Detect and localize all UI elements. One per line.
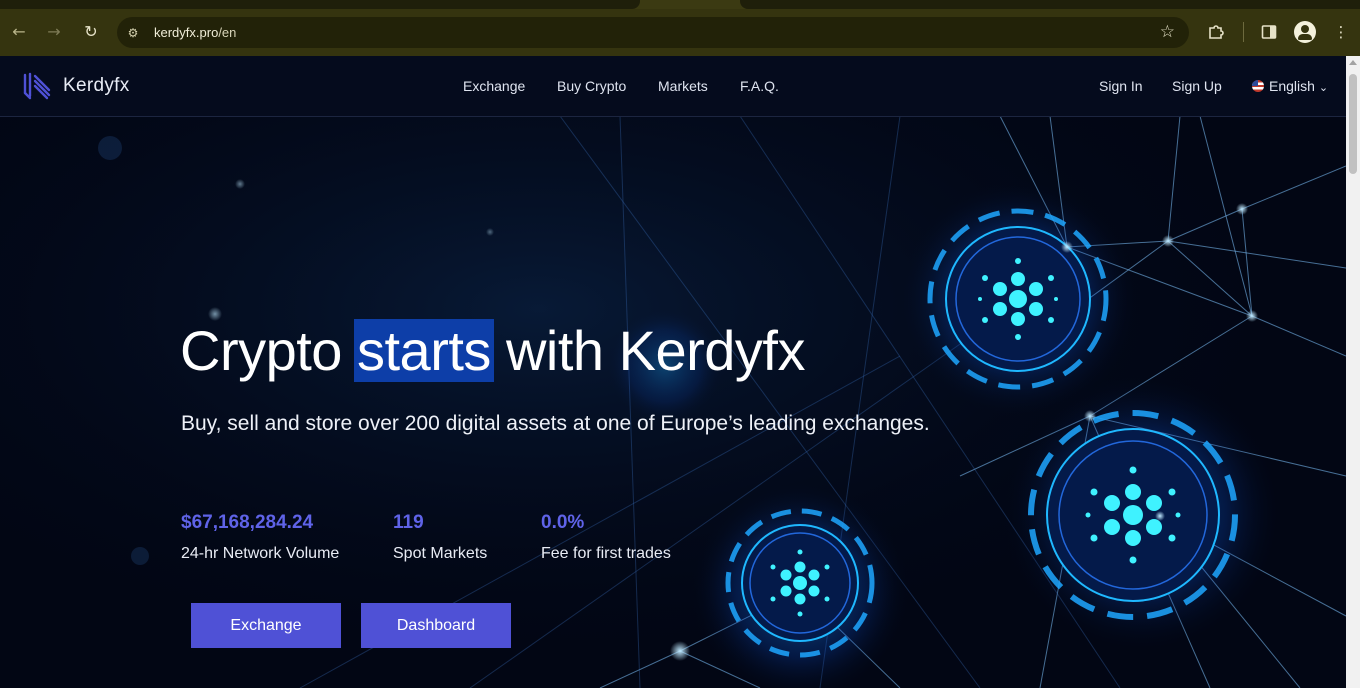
language-label: English <box>1269 78 1315 94</box>
url-path: /en <box>218 25 237 40</box>
scroll-up-icon[interactable] <box>1349 60 1357 65</box>
url-host: kerdyfx.pro <box>154 25 219 40</box>
address-bar[interactable]: ⚙ kerdyfx.pro/en ☆ <box>117 17 1189 48</box>
scroll-thumb[interactable] <box>1349 74 1357 174</box>
back-icon[interactable]: ← <box>8 21 30 43</box>
hero-headline: Crypto starts with Kerdyfx <box>180 318 805 383</box>
stat-volume-label: 24-hr Network Volume <box>181 545 340 562</box>
us-flag-icon <box>1252 80 1264 92</box>
side-panel-icon[interactable] <box>1258 21 1280 43</box>
site-info-icon[interactable]: ⚙ <box>125 25 141 41</box>
nav-markets[interactable]: Markets <box>658 78 708 94</box>
stat-fee-value: 0.0% <box>541 512 585 533</box>
tab-strip <box>0 0 1360 9</box>
exchange-button[interactable]: Exchange <box>191 603 341 648</box>
kebab-menu-icon[interactable]: ⋮ <box>1330 21 1352 43</box>
language-selector[interactable]: English ⌄ <box>1252 78 1328 94</box>
forward-icon[interactable]: → <box>43 21 65 43</box>
chevron-down-icon: ⌄ <box>1318 82 1329 94</box>
stat-volume-value: $67,168,284.24 <box>181 512 314 533</box>
page-scrollbar[interactable] <box>1346 56 1360 688</box>
nav-faq[interactable]: F.A.Q. <box>740 78 779 94</box>
stat-markets-label: Spot Markets <box>393 545 488 562</box>
reload-icon[interactable]: ↻ <box>80 21 102 43</box>
browser-tab[interactable] <box>740 0 1360 9</box>
dashboard-button[interactable]: Dashboard <box>361 603 511 648</box>
puzzle-icon[interactable] <box>1205 21 1227 43</box>
webpage: Kerdyfx Exchange Buy Crypto Markets F.A.… <box>0 56 1346 688</box>
site-header: Kerdyfx Exchange Buy Crypto Markets F.A.… <box>0 56 1346 117</box>
browser-tab[interactable] <box>0 0 640 9</box>
hero-subheadline: Buy, sell and store over 200 digital ass… <box>181 412 930 435</box>
headline-highlighted-word: starts <box>354 319 494 382</box>
sign-up-link[interactable]: Sign Up <box>1172 78 1222 94</box>
browser-toolbar: ← → ↻ ⚙ kerdyfx.pro/en ☆ ⋮ <box>0 9 1360 56</box>
nav-exchange[interactable]: Exchange <box>463 78 525 94</box>
stat-fee-label: Fee for first trades <box>541 545 671 562</box>
kerdyfx-logo-icon[interactable] <box>22 71 52 101</box>
headline-part: with Kerdyfx <box>490 319 806 382</box>
brand-name[interactable]: Kerdyfx <box>63 75 130 97</box>
headline-part: Crypto <box>180 319 357 382</box>
toolbar-divider <box>1243 22 1244 42</box>
nav-buy-crypto[interactable]: Buy Crypto <box>557 78 626 94</box>
star-icon[interactable]: ☆ <box>1160 22 1175 42</box>
profile-icon[interactable] <box>1294 21 1316 43</box>
browser-chrome: ← → ↻ ⚙ kerdyfx.pro/en ☆ ⋮ <box>0 0 1360 56</box>
sign-in-link[interactable]: Sign In <box>1099 78 1143 94</box>
stat-markets-value: 119 <box>393 512 424 533</box>
url-text[interactable]: kerdyfx.pro/en <box>154 25 236 40</box>
